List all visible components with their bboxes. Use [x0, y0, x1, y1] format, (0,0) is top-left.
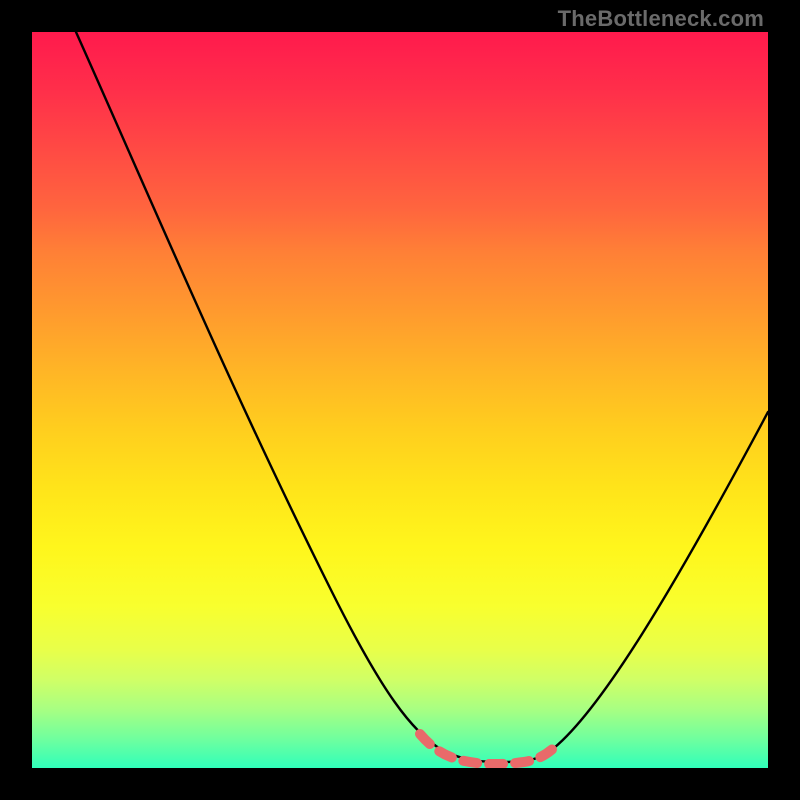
plot-area — [32, 32, 768, 768]
plateau-dash — [420, 734, 558, 764]
watermark-text: TheBottleneck.com — [558, 6, 764, 32]
chart-frame: TheBottleneck.com — [0, 0, 800, 800]
bottleneck-curve — [76, 32, 768, 762]
chart-svg — [32, 32, 768, 768]
